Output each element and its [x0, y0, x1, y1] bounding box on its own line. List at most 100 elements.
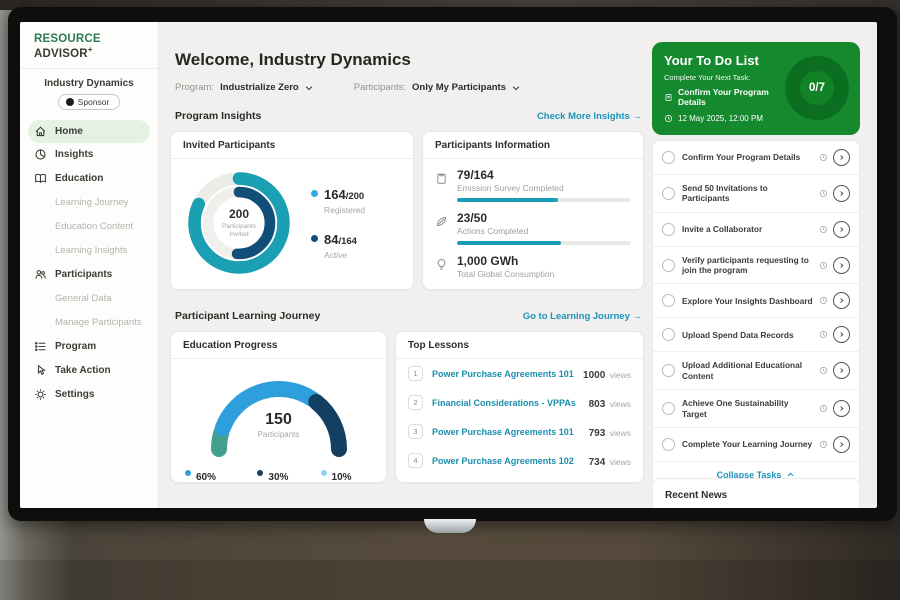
clock-icon: [819, 404, 828, 413]
arrow-right-icon: →: [633, 111, 643, 122]
lesson-link[interactable]: Financial Considerations - VPPAs: [432, 398, 589, 408]
clock-icon: [819, 296, 828, 305]
todo-item-achieve-target[interactable]: Achieve One Sustainability Target: [653, 390, 859, 428]
legend-dot: [311, 190, 318, 197]
todo-summary-card: Your To Do List Complete Your Next Task:…: [652, 42, 860, 135]
go-button[interactable]: [833, 221, 850, 238]
todo-item-upload-educational-content[interactable]: Upload Additional Educational Content: [653, 352, 859, 390]
lesson-link[interactable]: Power Purchase Agreements 101: [432, 427, 589, 437]
todo-item-explore-insights[interactable]: Explore Your Insights Dashboard: [653, 284, 859, 318]
sidebar-item-program[interactable]: Program: [20, 335, 158, 359]
card-title: Invited Participants: [171, 132, 413, 159]
account-name: Industry Dynamics: [20, 78, 158, 89]
chevron-right-icon: [838, 441, 845, 448]
chevron-right-icon: [838, 154, 845, 161]
checkbox[interactable]: [662, 402, 675, 415]
chevron-right-icon: [838, 297, 845, 304]
lesson-rank: 4: [408, 453, 423, 468]
consumption-icon: [435, 258, 448, 271]
todo-item-invite-collaborator[interactable]: Invite a Collaborator: [653, 213, 859, 247]
clock-icon: [819, 153, 828, 162]
go-button[interactable]: [833, 400, 850, 417]
participants-dropdown[interactable]: Participants: Only My Participants: [354, 82, 521, 93]
sidebar-item-insights[interactable]: Insights: [20, 143, 158, 167]
go-button[interactable]: [833, 362, 850, 379]
document-icon: [664, 93, 673, 102]
take-action-icon: [34, 364, 47, 377]
gauge-center-label: Participants: [194, 430, 364, 439]
todo-due-date: 12 May 2025, 12:00 PM: [678, 114, 763, 123]
monitor-stand: [424, 519, 476, 533]
checkbox[interactable]: [662, 223, 675, 236]
survey-progress-bar: [457, 198, 631, 202]
go-to-learning-journey-link[interactable]: Go to Learning Journey →: [523, 311, 642, 322]
program-insights-header: Program Insights Check More Insights →: [175, 110, 642, 122]
todo-item-confirm-program[interactable]: Confirm Your Program Details: [653, 141, 859, 175]
checkbox[interactable]: [662, 438, 675, 451]
checkbox[interactable]: [662, 187, 675, 200]
lesson-link[interactable]: Power Purchase Agreements 102: [432, 456, 589, 466]
todo-item-complete-learning-journey[interactable]: Complete Your Learning Journey: [653, 428, 859, 462]
education-gauge-chart: 150 Participants: [194, 367, 364, 459]
program-icon: [34, 340, 47, 353]
check-more-insights-link[interactable]: Check More Insights →: [537, 111, 642, 122]
checkbox[interactable]: [662, 328, 675, 341]
lesson-row: 4 Power Purchase Agreements 102 734 view…: [396, 446, 643, 475]
background-desk-shade: [0, 560, 900, 600]
sidebar-item-education[interactable]: Education: [20, 167, 158, 191]
card-title: Education Progress: [171, 332, 386, 359]
lesson-link[interactable]: Power Purchase Agreements 101: [432, 369, 583, 379]
sidebar-item-learning-insights[interactable]: Learning Insights: [20, 239, 158, 263]
lesson-row: 2 Financial Considerations - VPPAs 803 v…: [396, 388, 643, 417]
lesson-rank: 5: [408, 482, 423, 483]
todo-next-task: Confirm Your Program Details: [678, 88, 789, 108]
info-row-survey: 79/164 Emission Survey Completed: [423, 159, 643, 202]
todo-item-send-invitations[interactable]: Send 50 Invitations to Participants: [653, 175, 859, 213]
clock-icon: [819, 366, 828, 375]
logo-secondary: ADVISOR+: [34, 48, 93, 60]
clock-icon: [819, 330, 828, 339]
sidebar-item-take-action[interactable]: Take Action: [20, 359, 158, 383]
chevron-right-icon: [838, 190, 845, 197]
go-button[interactable]: [833, 292, 850, 309]
sidebar-item-learning-journey[interactable]: Learning Journey: [20, 191, 158, 215]
lesson-rank: 3: [408, 424, 423, 439]
sidebar-item-education-content[interactable]: Education Content: [20, 215, 158, 239]
go-button[interactable]: [833, 149, 850, 166]
go-button[interactable]: [833, 185, 850, 202]
top-lessons-card: Top Lessons 1 Power Purchase Agreements …: [395, 331, 644, 483]
checkbox[interactable]: [662, 294, 675, 307]
sidebar-item-participants[interactable]: Participants: [20, 263, 158, 287]
sidebar-item-home[interactable]: Home: [28, 120, 150, 143]
sidebar-item-settings[interactable]: Settings: [20, 383, 158, 407]
participants-icon: [34, 268, 47, 281]
program-dropdown[interactable]: Program: Industrialize Zero: [175, 82, 314, 93]
go-button[interactable]: [833, 436, 850, 453]
actions-progress-bar: [457, 241, 631, 245]
legend-active: 84/164 Active: [311, 231, 365, 260]
gauge-center-value: 150: [194, 411, 364, 429]
todo-item-verify-participants[interactable]: Verify participants requesting to join t…: [653, 247, 859, 285]
go-button[interactable]: [833, 326, 850, 343]
sponsor-badge-label: Sponsor: [78, 97, 110, 107]
legend-completed: 60% Completed: [185, 467, 235, 483]
logo-primary: RESOURCE: [34, 33, 101, 45]
todo-item-upload-spend-data[interactable]: Upload Spend Data Records: [653, 318, 859, 352]
checkbox[interactable]: [662, 151, 675, 164]
sidebar-item-general-data[interactable]: General Data: [20, 287, 158, 311]
lesson-row: 5 Power Purchase Agreements 103 600 view…: [396, 475, 643, 483]
settings-icon: [34, 388, 47, 401]
survey-icon: [435, 172, 448, 185]
checkbox[interactable]: [662, 259, 675, 272]
checkbox[interactable]: [662, 364, 675, 377]
arrow-right-icon: →: [633, 311, 643, 322]
todo-progress-value: 0/7: [800, 71, 834, 105]
main-content: Welcome, Industry Dynamics Program: Indu…: [158, 22, 648, 508]
sidebar-item-manage-participants[interactable]: Manage Participants: [20, 311, 158, 335]
insights-icon: [34, 148, 47, 161]
education-icon: [34, 172, 47, 185]
go-button[interactable]: [833, 257, 850, 274]
page-title: Welcome, Industry Dynamics: [175, 50, 411, 70]
clock-icon: [819, 225, 828, 234]
lesson-rank: 2: [408, 395, 423, 410]
